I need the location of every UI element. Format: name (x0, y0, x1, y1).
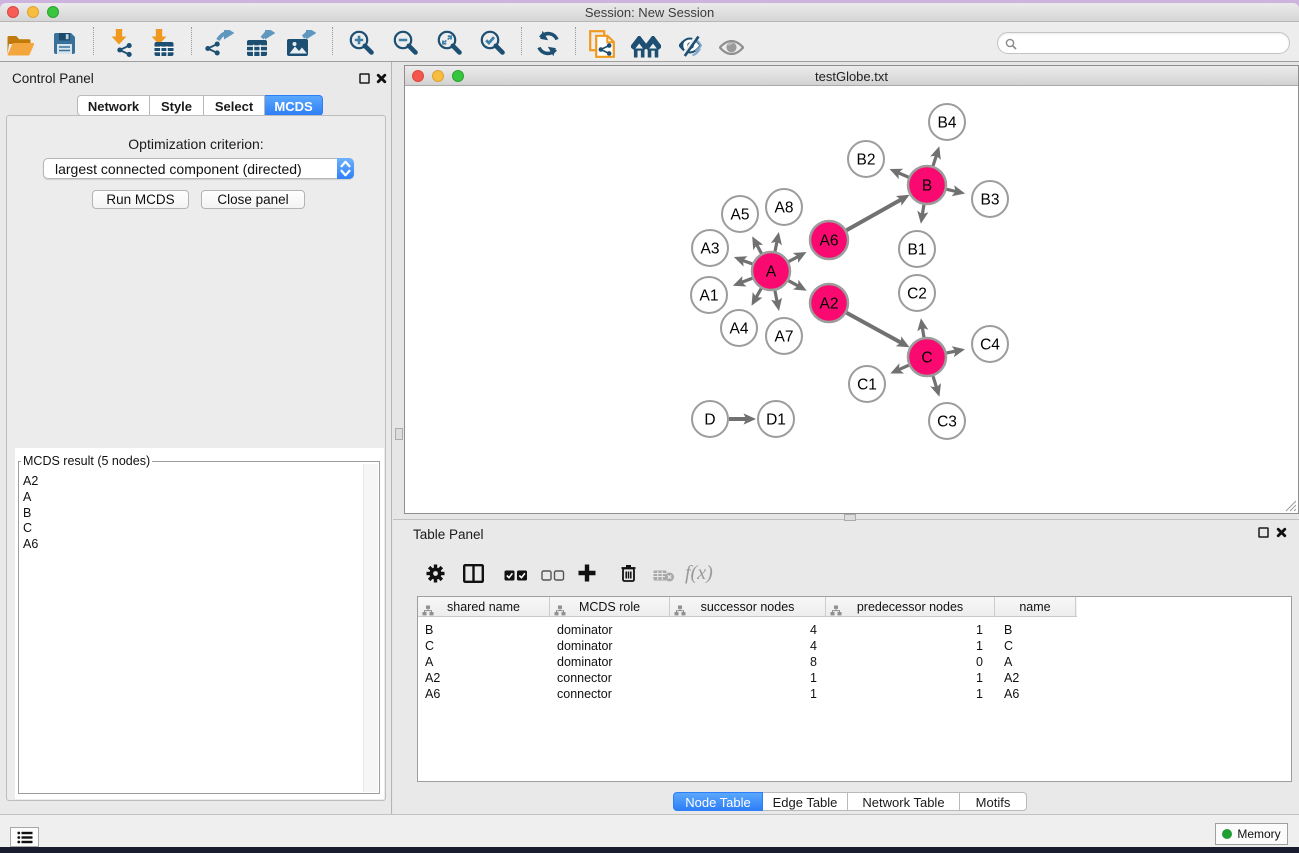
svg-text:A2: A2 (820, 296, 839, 313)
svg-text:A4: A4 (730, 321, 749, 338)
svg-text:B4: B4 (938, 115, 957, 132)
svg-text:D: D (704, 412, 715, 429)
svg-text:A8: A8 (775, 200, 794, 217)
svg-text:B3: B3 (981, 192, 1000, 209)
svg-text:A5: A5 (731, 207, 750, 224)
svg-text:C1: C1 (857, 377, 877, 394)
svg-text:D1: D1 (766, 412, 786, 429)
svg-text:A1: A1 (700, 288, 719, 305)
svg-text:A: A (766, 264, 777, 281)
svg-text:A7: A7 (775, 329, 794, 346)
svg-text:C: C (921, 350, 932, 367)
svg-text:C4: C4 (980, 337, 1000, 354)
svg-text:A3: A3 (701, 241, 720, 258)
svg-text:B: B (922, 178, 932, 195)
svg-text:B1: B1 (908, 242, 927, 259)
svg-text:C3: C3 (937, 414, 957, 431)
svg-text:C2: C2 (907, 286, 927, 303)
svg-text:B2: B2 (857, 152, 876, 169)
svg-text:A6: A6 (820, 233, 839, 250)
